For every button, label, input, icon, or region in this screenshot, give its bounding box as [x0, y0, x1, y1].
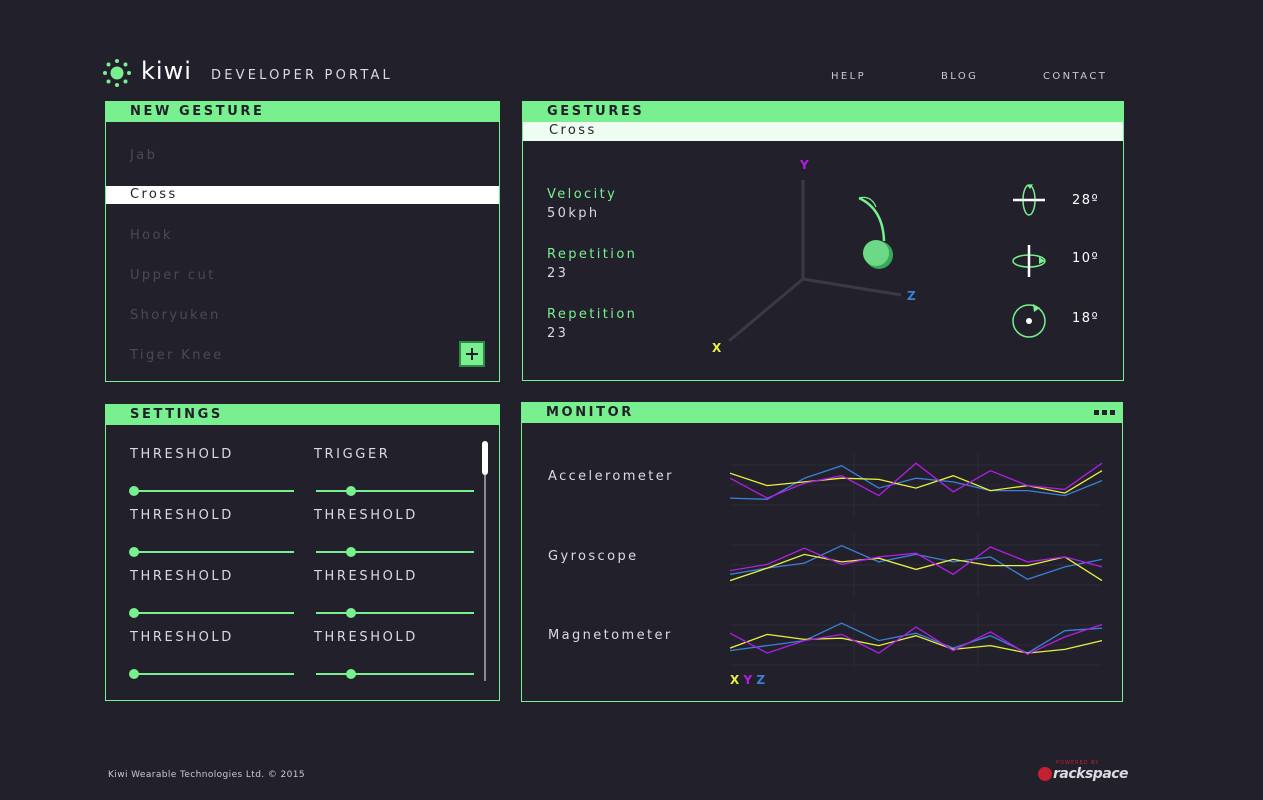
slider-knob[interactable]	[129, 486, 139, 496]
series-x-gyroscope	[730, 553, 1103, 582]
setting-slider[interactable]	[316, 608, 474, 618]
repetition-label: Repetition	[547, 307, 638, 322]
z-axis-label: Z	[907, 289, 916, 303]
sensor-label-magnetometer: Magnetometer	[548, 628, 673, 643]
slider-knob[interactable]	[346, 547, 357, 557]
settings-header: SETTINGS	[106, 405, 499, 425]
setting-label: THRESHOLD	[130, 569, 234, 584]
gesture-item-jab[interactable]: Jab	[130, 148, 157, 163]
setting-label: THRESHOLD	[314, 569, 418, 584]
partner-name: rackspace	[1053, 766, 1129, 782]
gesture-item-hook[interactable]: Hook	[130, 228, 173, 243]
gestures-title: GESTURES	[547, 104, 645, 119]
rotate-vertical-icon	[1012, 245, 1046, 277]
x-axis-label: X	[712, 341, 722, 355]
rackspace-logo[interactable]: POWERED BY rackspace	[1038, 760, 1129, 782]
gesture-item-shoryuken[interactable]: Shoryuken	[130, 308, 221, 323]
legend-y: Y	[743, 673, 753, 687]
settings-scrollbar[interactable]	[484, 443, 486, 681]
add-gesture-button[interactable]	[459, 341, 485, 367]
settings-scroll-thumb[interactable]	[482, 441, 488, 475]
setting-label: THRESHOLD	[130, 447, 234, 462]
gesture-item-tiger-knee[interactable]: Tiger Knee	[130, 348, 224, 363]
series-z-accelerometer	[730, 464, 1103, 500]
setting-slider[interactable]	[316, 669, 474, 679]
nav-contact-link[interactable]: CONTACT	[1043, 71, 1107, 82]
motion-trail	[858, 196, 886, 242]
monitor-header: MONITOR	[522, 403, 1122, 423]
copyright-text: Kiwi Wearable Technologies Ltd. © 2015	[108, 770, 305, 780]
new-gesture-panel: NEW GESTURE Jab Cross Hook Upper cut Sho…	[105, 101, 500, 382]
gesture-item-label: Cross	[130, 187, 178, 202]
new-gesture-title: NEW GESTURE	[130, 104, 265, 119]
brand-name: kiwi	[141, 57, 192, 85]
rotation-y-value: 10º	[1072, 251, 1100, 266]
velocity-label: Velocity	[547, 187, 618, 202]
slider-knob[interactable]	[346, 486, 357, 496]
legend-x: X	[730, 673, 740, 687]
setting-slider[interactable]	[129, 608, 294, 618]
monitor-legend: X Y Z	[730, 673, 765, 687]
selected-gesture-bar: Cross	[523, 122, 1123, 141]
series-x-accelerometer	[730, 470, 1103, 494]
slider-knob[interactable]	[346, 608, 357, 618]
sensor-label-gyroscope: Gyroscope	[548, 549, 639, 564]
nav-help-link[interactable]: HELP	[831, 71, 866, 82]
setting-label: THRESHOLD	[314, 630, 418, 645]
series-y-magnetometer	[730, 623, 1103, 656]
settings-title: SETTINGS	[130, 407, 223, 422]
gestures-header: GESTURES	[523, 102, 1123, 122]
x-axis	[728, 277, 804, 343]
kiwi-logo-icon	[103, 59, 131, 87]
setting-label: TRIGGER	[314, 447, 391, 462]
settings-panel: SETTINGS THRESHOLD TRIGGER THRESHOLD THRESH…	[105, 404, 500, 701]
page-subtitle: DEVELOPER PORTAL	[211, 68, 393, 83]
sensor-label-accelerometer: Accelerometer	[548, 469, 674, 484]
repetition-value: 23	[547, 266, 569, 281]
legend-z: Z	[756, 673, 766, 687]
rotate-circular-icon	[1012, 304, 1046, 338]
setting-slider[interactable]	[129, 669, 294, 679]
monitor-panel: MONITOR Accelerometer Gyroscope Magnetom…	[521, 402, 1123, 702]
rotate-horizontal-icon	[1013, 184, 1045, 216]
rotation-z-value: 18º	[1072, 311, 1100, 326]
setting-slider[interactable]	[129, 486, 294, 496]
rackspace-icon	[1038, 767, 1052, 781]
new-gesture-header: NEW GESTURE	[106, 102, 499, 122]
repetition-label: Repetition	[547, 247, 638, 262]
setting-label: THRESHOLD	[130, 630, 234, 645]
gestures-panel: GESTURES Cross Velocity 50kph Repetition…	[522, 101, 1124, 381]
more-icon[interactable]	[1094, 410, 1116, 415]
nav-blog-link[interactable]: BLOG	[941, 71, 978, 82]
setting-slider[interactable]	[316, 547, 474, 557]
slider-knob[interactable]	[129, 669, 139, 679]
velocity-value: 50kph	[547, 206, 600, 221]
slider-knob[interactable]	[129, 547, 139, 557]
gesture-item-upper-cut[interactable]: Upper cut	[130, 268, 216, 283]
selected-gesture-label: Cross	[549, 123, 597, 138]
series-z-gyroscope	[730, 544, 1103, 581]
z-axis	[802, 277, 902, 297]
monitor-title: MONITOR	[546, 405, 634, 420]
gesture-3d-view	[728, 180, 902, 343]
setting-label: THRESHOLD	[130, 508, 234, 523]
setting-slider[interactable]	[129, 547, 294, 557]
y-axis-label: Y	[800, 158, 809, 172]
setting-slider[interactable]	[316, 486, 474, 496]
setting-label: THRESHOLD	[314, 508, 418, 523]
repetition-value: 23	[547, 326, 569, 341]
slider-knob[interactable]	[129, 608, 139, 618]
slider-knob[interactable]	[346, 669, 357, 679]
gesture-item-cross-selected[interactable]: Cross	[106, 186, 499, 204]
monitor-charts	[730, 453, 1103, 669]
rotation-x-value: 28º	[1072, 193, 1100, 208]
